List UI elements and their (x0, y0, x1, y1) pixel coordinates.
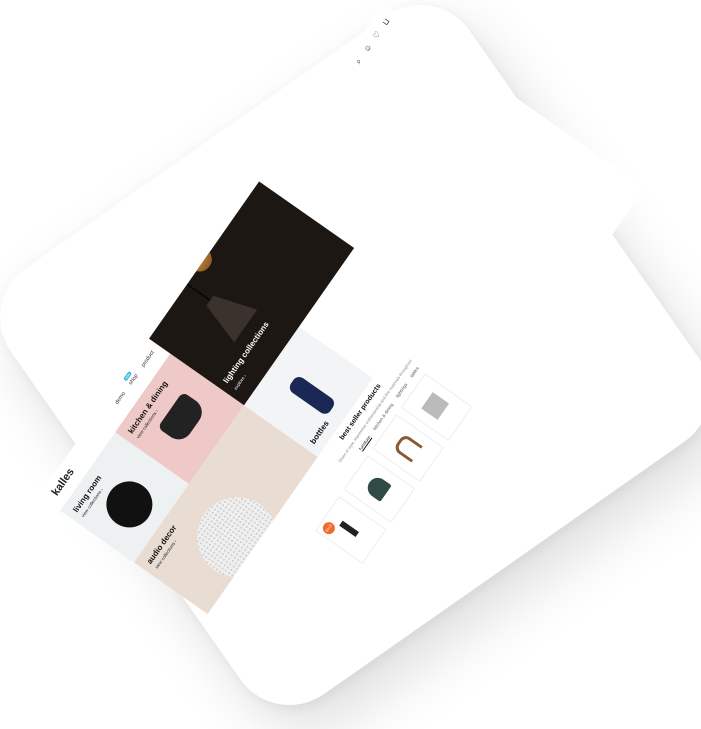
bottle-image (287, 374, 337, 417)
sale-badge: SALE (320, 519, 338, 537)
speaker-image (97, 472, 162, 537)
search-icon[interactable]: ⌕ (352, 55, 365, 68)
product-image (392, 433, 423, 463)
nav-shop[interactable]: new shop (122, 370, 140, 386)
product-image (363, 473, 392, 502)
user-icon[interactable]: ☺ (361, 42, 374, 55)
heart-icon[interactable]: ♡ (371, 29, 384, 42)
filter-lightings[interactable]: lightings (395, 382, 409, 398)
pot-image (157, 391, 208, 445)
nav-product[interactable]: product (140, 350, 155, 368)
filter-tables[interactable]: tables (409, 366, 420, 379)
product-image (339, 520, 360, 538)
nav-demo[interactable]: demo (114, 391, 127, 406)
product-image (421, 392, 450, 420)
cart-icon[interactable]: ⊔ (380, 16, 393, 29)
filter-furniture[interactable]: furniture (358, 435, 372, 451)
pendant-lamp-image (198, 284, 257, 342)
